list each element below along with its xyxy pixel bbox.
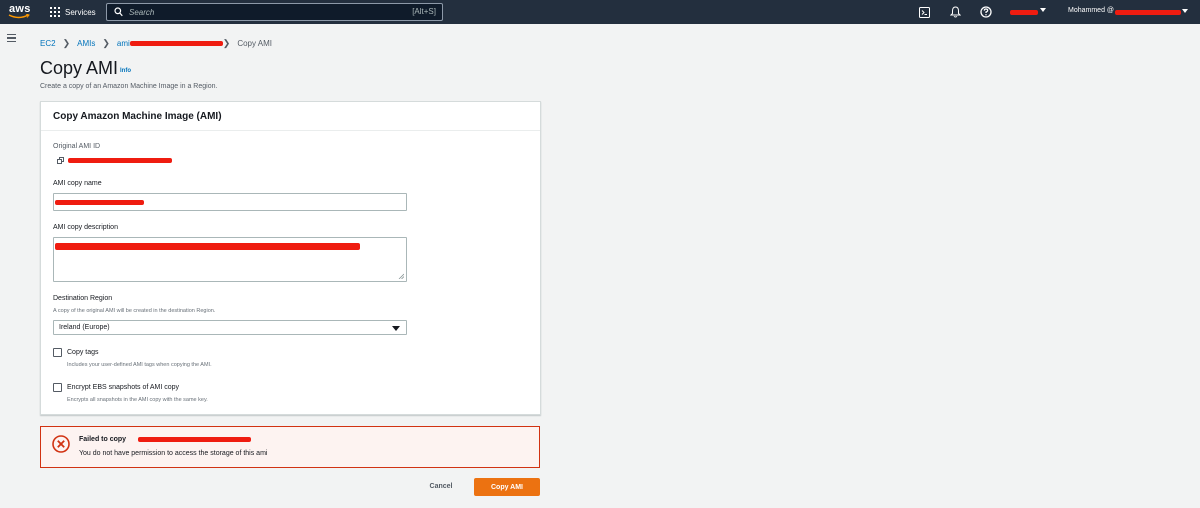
caret-down-icon bbox=[392, 326, 400, 331]
user-dropdown-caret-icon[interactable] bbox=[1182, 9, 1188, 13]
help-icon[interactable] bbox=[979, 5, 993, 19]
search-shortcut-hint: [Alt+S] bbox=[412, 7, 436, 16]
chevron-right-icon: ❯ bbox=[62, 38, 71, 48]
breadcrumb-ami-id[interactable]: ami bbox=[117, 39, 130, 48]
top-navigation-bar: aws Services [Alt+S] bbox=[0, 0, 1200, 24]
copy-ami-panel: Copy Amazon Machine Image (AMI) Original… bbox=[40, 101, 541, 415]
ami-copy-name-input[interactable] bbox=[53, 193, 407, 211]
aws-smile-icon bbox=[8, 14, 30, 19]
cloudshell-icon[interactable] bbox=[917, 5, 931, 19]
destination-region-select[interactable]: Ireland (Europe) bbox=[53, 320, 407, 335]
page-description: Create a copy of an Amazon Machine Image… bbox=[40, 83, 218, 90]
account-dropdown-caret-icon[interactable] bbox=[1040, 8, 1046, 12]
ami-copy-description-textarea[interactable] bbox=[53, 237, 407, 282]
error-alert: Failed to copy You do not have permissio… bbox=[40, 426, 540, 468]
aws-logo[interactable]: aws bbox=[6, 2, 36, 22]
breadcrumb: EC2 ❯ AMIs ❯ ami ❯ Copy AMI bbox=[40, 38, 272, 49]
panel-title: Copy Amazon Machine Image (AMI) bbox=[53, 111, 222, 122]
page-title: Copy AMI bbox=[40, 58, 119, 78]
redacted-ami-copy-description bbox=[55, 243, 360, 250]
copy-icon[interactable] bbox=[57, 157, 65, 165]
copy-tags-hint: Includes your user-defined AMI tags when… bbox=[67, 362, 212, 368]
error-icon bbox=[52, 435, 70, 453]
panel-header: Copy Amazon Machine Image (AMI) bbox=[41, 102, 540, 131]
redacted-ami-id bbox=[129, 41, 223, 46]
original-ami-id-label: Original AMI ID bbox=[53, 143, 101, 150]
redacted-failed-ami-id bbox=[138, 437, 251, 442]
encrypt-snapshots-hint: Encrypts all snapshots in the AMI copy w… bbox=[67, 397, 208, 403]
grid-icon bbox=[50, 7, 60, 17]
encrypt-snapshots-checkbox[interactable] bbox=[53, 383, 62, 392]
encrypt-snapshots-label[interactable]: Encrypt EBS snapshots of AMI copy bbox=[67, 384, 179, 391]
search-icon bbox=[114, 7, 123, 17]
chevron-right-icon: ❯ bbox=[222, 38, 231, 48]
cancel-button[interactable]: Cancel bbox=[416, 478, 466, 495]
destination-region-label: Destination Region bbox=[53, 295, 113, 302]
copy-tags-checkbox[interactable] bbox=[53, 348, 62, 357]
redacted-account-name bbox=[1010, 10, 1038, 15]
alert-title: Failed to copy bbox=[79, 436, 127, 443]
alert-message: You do not have permission to access the… bbox=[79, 450, 268, 457]
services-label: Services bbox=[65, 7, 96, 17]
search-input[interactable] bbox=[129, 6, 389, 18]
chevron-right-icon: ❯ bbox=[102, 38, 110, 48]
info-link[interactable]: Info bbox=[120, 68, 131, 74]
breadcrumb-amis[interactable]: AMIs bbox=[77, 39, 95, 48]
copy-tags-label[interactable]: Copy tags bbox=[67, 349, 99, 356]
copy-ami-button[interactable]: Copy AMI bbox=[474, 478, 540, 496]
destination-region-hint: A copy of the original AMI will be creat… bbox=[53, 308, 216, 314]
ami-copy-name-label: AMI copy name bbox=[53, 180, 102, 187]
destination-region-value: Ireland (Europe) bbox=[59, 324, 110, 331]
ami-copy-description-label: AMI copy description bbox=[53, 224, 118, 231]
user-menu-label[interactable]: Mohammed @ bbox=[1068, 7, 1114, 14]
breadcrumb-current: Copy AMI bbox=[237, 39, 273, 48]
services-menu-button[interactable]: Services bbox=[50, 5, 96, 19]
redacted-user-account bbox=[1115, 10, 1181, 15]
resize-handle-icon[interactable] bbox=[398, 273, 404, 279]
bell-icon[interactable] bbox=[948, 5, 962, 19]
search-box[interactable]: [Alt+S] bbox=[106, 3, 443, 21]
redacted-ami-copy-name bbox=[55, 200, 144, 205]
breadcrumb-ec2[interactable]: EC2 bbox=[40, 39, 56, 48]
menu-icon[interactable] bbox=[7, 34, 16, 42]
redacted-original-ami-id bbox=[68, 158, 172, 163]
